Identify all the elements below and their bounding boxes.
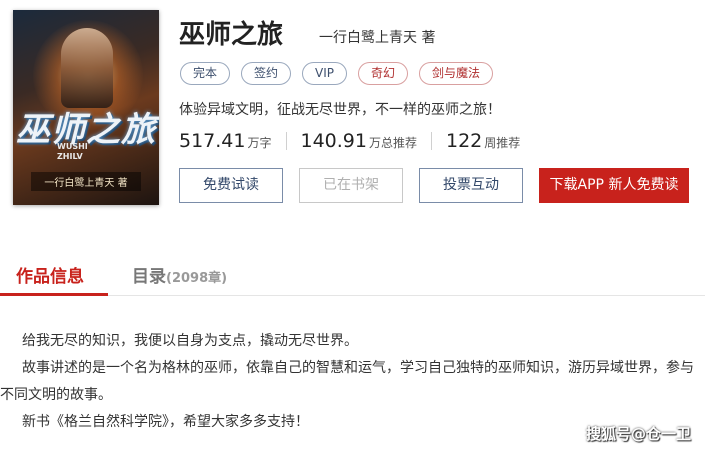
chapter-count: (2098章) (166, 271, 228, 286)
book-author[interactable]: 一行白鹭上青天 著 (319, 27, 435, 47)
cover-pinyin: WUSHI ZHILV (57, 142, 88, 162)
cover-pinyin-line1: WUSHI (57, 142, 88, 151)
tag-sword-magic[interactable]: 剑与魔法 (419, 62, 494, 85)
stat-word-count: 517.41 万字 (179, 130, 272, 152)
tab-catalog[interactable]: 目录(2098章) (132, 262, 227, 287)
tab-bar: 作品信息 目录(2098章) (0, 252, 705, 296)
active-tab-indicator (0, 293, 108, 296)
stat-value: 122 (446, 130, 483, 152)
description-paragraph: 故事讲述的是一个名为格林的巫师，依靠自己的智慧和运气，学习自己独特的巫师知识，游… (0, 360, 694, 403)
stat-total-recommend: 140.91 万总推荐 (301, 130, 418, 152)
book-description: 给我无尽的知识，我便以自身为支点，撬动无尽世界。 故事讲述的是一个名为格林的巫师… (0, 328, 705, 436)
free-read-button[interactable]: 免费试读 (179, 168, 283, 203)
stat-value: 140.91 (300, 130, 367, 152)
stat-unit: 万总推荐 (368, 136, 417, 150)
description-paragraph: 给我无尽的知识，我便以自身为支点，撬动无尽世界。 (22, 333, 358, 349)
tab-catalog-label: 目录 (132, 267, 166, 287)
book-title: 巫师之旅 (179, 20, 284, 50)
action-buttons: 免费试读 已在书架 投票互动 下载APP 新人免费读 (179, 168, 689, 203)
stat-divider (285, 132, 287, 150)
cover-author: 一行白鹭上青天 著 (31, 172, 141, 191)
tag-list: 完本 签约 VIP 奇幻 剑与魔法 (180, 62, 494, 85)
tag-signed: 签约 (241, 62, 292, 85)
tag-vip: VIP (302, 62, 348, 85)
stat-unit: 万字 (247, 136, 272, 150)
book-cover[interactable]: 巫师之旅 WUSHI ZHILV 一行白鹭上青天 著 (13, 10, 159, 205)
stat-unit: 周推荐 (484, 136, 521, 150)
book-intro: 体验异域文明，征战无尽世界，不一样的巫师之旅！ (179, 102, 501, 118)
tag-completed: 完本 (180, 62, 231, 85)
tag-fantasy[interactable]: 奇幻 (358, 62, 409, 85)
stat-value: 517.41 (179, 130, 246, 152)
watermark: 搜狐号@仓一卫 (585, 425, 691, 443)
stat-weekly-recommend: 122 周推荐 (446, 130, 520, 152)
book-stats: 517.41 万字 140.91 万总推荐 122 周推荐 (179, 130, 520, 152)
vote-button[interactable]: 投票互动 (419, 168, 523, 203)
cover-figure (61, 28, 113, 108)
download-app-button[interactable]: 下载APP 新人免费读 (539, 168, 689, 203)
cover-pinyin-line2: ZHILV (57, 152, 83, 161)
stat-divider (431, 132, 432, 150)
on-shelf-button[interactable]: 已在书架 (299, 168, 403, 203)
tab-book-info[interactable]: 作品信息 (16, 262, 84, 287)
